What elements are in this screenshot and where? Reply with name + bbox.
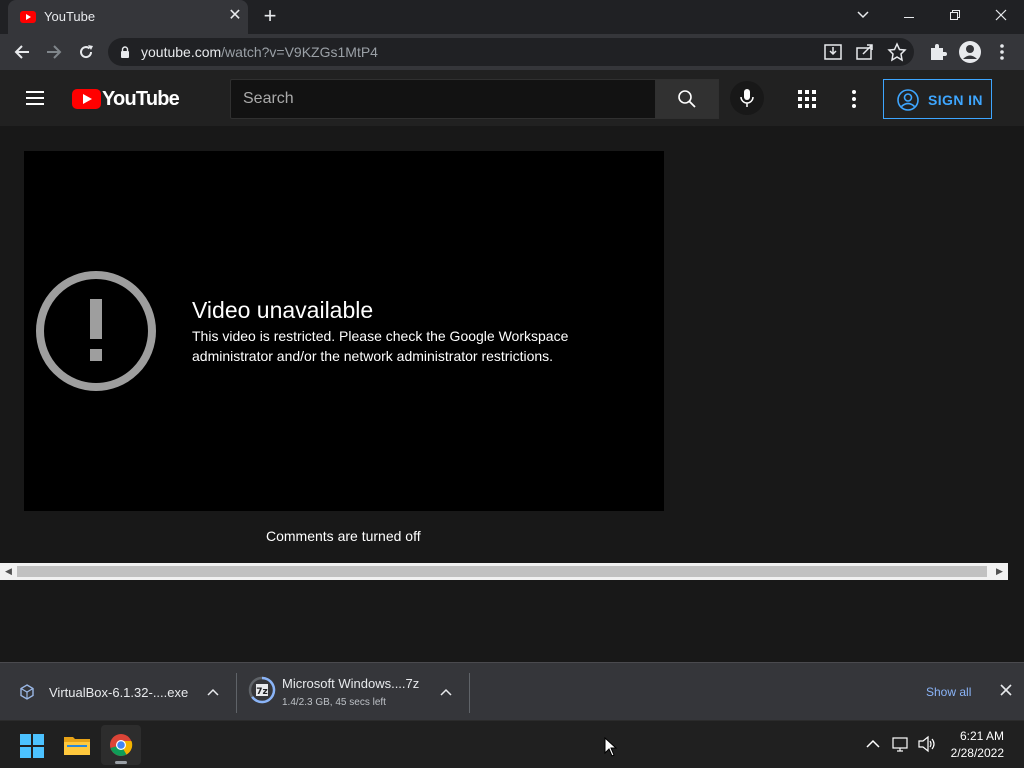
install-app-icon[interactable] <box>822 42 844 62</box>
youtube-play-logo-icon <box>72 89 101 109</box>
svg-text:7z: 7z <box>256 687 268 697</box>
minimize-button[interactable] <box>886 0 932 30</box>
url-text[interactable]: youtube.com/watch?v=V9KZGs1MtP4 <box>141 44 378 60</box>
tab-search-chevron-icon[interactable] <box>840 0 886 30</box>
settings-more-icon[interactable] <box>846 88 862 110</box>
share-icon[interactable] <box>854 42 876 62</box>
tab-youtube[interactable]: YouTube ✕ <box>8 0 248 34</box>
virtualbox-file-icon <box>20 684 34 700</box>
mouse-cursor-icon <box>604 737 618 757</box>
close-shelf-icon[interactable] <box>996 682 1016 702</box>
horizontal-scrollbar[interactable]: ◀ ▶ <box>0 563 1008 580</box>
comments-status: Comments are turned off <box>266 528 421 544</box>
sign-in-button[interactable]: SIGN IN <box>883 79 992 119</box>
lock-icon[interactable] <box>120 46 130 58</box>
network-icon[interactable] <box>892 735 910 753</box>
exclamation-circle-icon <box>36 271 156 391</box>
scroll-right-arrow-icon[interactable]: ▶ <box>991 563 1008 580</box>
download-item[interactable]: VirtualBox-6.1.32-....exe <box>0 663 236 721</box>
extensions-puzzle-icon[interactable] <box>926 40 950 64</box>
download-file-name: Microsoft Windows....7z <box>282 676 420 691</box>
new-tab-button[interactable]: + <box>258 5 282 29</box>
browser-menu-icon[interactable] <box>990 40 1014 64</box>
search-button[interactable] <box>655 79 719 119</box>
bookmark-star-icon[interactable] <box>886 42 908 62</box>
tab-close-icon[interactable]: ✕ <box>226 7 244 25</box>
back-arrow-icon[interactable] <box>8 38 36 66</box>
search-input[interactable]: Search <box>230 79 656 119</box>
search-icon <box>678 90 696 108</box>
youtube-favicon-icon <box>20 11 36 23</box>
download-progress-ring-icon: 7z <box>248 676 276 704</box>
windows-taskbar: 6:21 AM 2/28/2022 <box>0 720 1024 768</box>
error-title: Video unavailable <box>192 297 374 323</box>
youtube-wordmark: YouTube <box>102 88 180 110</box>
download-file-name: VirtualBox-6.1.32-....exe <box>49 685 189 700</box>
clock-time[interactable]: 6:21 AM <box>940 729 1004 743</box>
windows-logo-icon <box>20 734 44 758</box>
microphone-icon <box>740 89 754 107</box>
folder-icon <box>64 737 90 755</box>
download-shelf: VirtualBox-6.1.32-....exe 7z Microsoft W… <box>0 662 1024 720</box>
chevron-up-tray-icon[interactable] <box>865 738 881 750</box>
address-bar[interactable]: youtube.com/watch?v=V9KZGs1MtP4 <box>108 38 914 66</box>
chrome-taskbar-button[interactable] <box>101 725 141 765</box>
voice-search-button[interactable] <box>730 81 764 115</box>
youtube-masthead: YouTube Search SIGN IN <box>0 70 1024 126</box>
show-all-downloads-link[interactable]: Show all <box>926 685 971 699</box>
chevron-up-icon[interactable] <box>438 684 454 700</box>
video-player[interactable]: Video unavailable This video is restrict… <box>24 151 664 511</box>
clock-date[interactable]: 2/28/2022 <box>940 746 1004 760</box>
scroll-left-arrow-icon[interactable]: ◀ <box>0 563 17 580</box>
browser-toolbar: youtube.com/watch?v=V9KZGs1MtP4 <box>0 34 1024 70</box>
profile-icon[interactable] <box>958 40 982 64</box>
close-window-button[interactable] <box>978 0 1024 30</box>
sign-in-label: SIGN IN <box>928 92 983 108</box>
reload-icon[interactable] <box>72 38 100 66</box>
download-progress-text: 1.4/2.3 GB, 45 secs left <box>282 697 386 708</box>
start-button[interactable] <box>12 725 52 765</box>
chrome-icon <box>110 734 133 756</box>
tab-title: YouTube <box>44 9 96 24</box>
hamburger-menu-icon[interactable] <box>24 88 48 108</box>
browser-tab-strip: YouTube ✕ + <box>0 0 1024 34</box>
forward-arrow-icon[interactable] <box>40 38 68 66</box>
youtube-logo[interactable]: YouTube <box>72 88 180 110</box>
download-item[interactable]: 7z Microsoft Windows....7z 1.4/2.3 GB, 4… <box>237 663 469 721</box>
apps-grid-icon[interactable] <box>796 88 818 110</box>
volume-icon[interactable] <box>917 735 937 753</box>
chevron-up-icon[interactable] <box>205 684 221 700</box>
restore-button[interactable] <box>932 0 978 30</box>
error-reason: This video is restricted. Please check t… <box>192 328 569 364</box>
download-separator <box>469 673 470 713</box>
running-indicator <box>115 761 127 764</box>
scrollbar-thumb[interactable] <box>17 566 987 577</box>
file-explorer-button[interactable] <box>57 725 97 765</box>
account-circle-icon <box>897 89 919 111</box>
